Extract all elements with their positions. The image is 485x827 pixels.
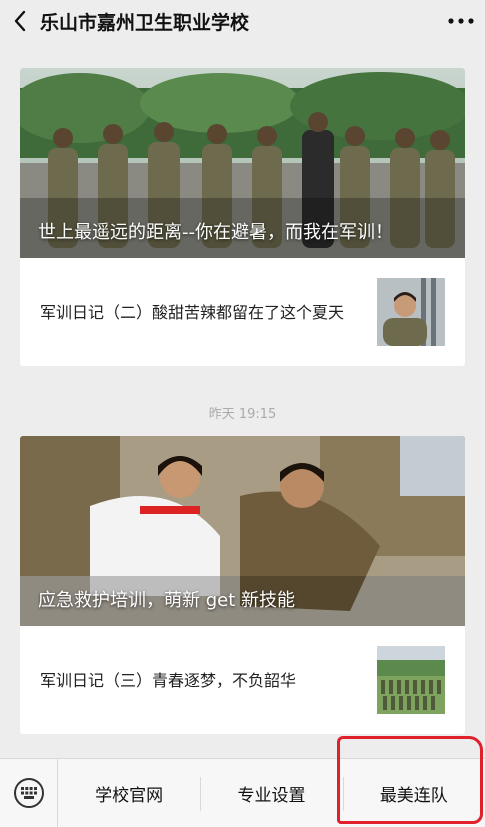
article-card-1: 世上最遥远的距离--你在避暑，而我在军训！ 军训日记（二）酸甜苦辣都留在了这个夏…	[20, 68, 465, 366]
hero-caption: 应急救护培训，萌新 get 新技能	[38, 590, 295, 611]
menu-item-school-website[interactable]: 学校官网	[58, 759, 200, 827]
article-link-1[interactable]: 军训日记（二）酸甜苦辣都留在了这个夏天	[20, 258, 465, 366]
nav-header: 乐山市嘉州卫生职业学校	[0, 0, 485, 42]
article-title: 军训日记（三）青春逐梦，不负韶华	[40, 670, 297, 690]
message-timestamp: 昨天 19:15	[208, 407, 277, 422]
keyboard-icon[interactable]	[0, 758, 58, 827]
more-dots-icon[interactable]	[437, 0, 485, 42]
back-arrow-icon[interactable]	[0, 0, 40, 42]
article-thumbnail	[377, 278, 445, 346]
article-card-2: 应急救护培训，萌新 get 新技能 军训日记（三）青春逐梦，不负韶华	[20, 436, 465, 734]
article-link-2[interactable]: 军训日记（三）青春逐梦，不负韶华	[20, 626, 465, 734]
article-hero-2[interactable]: 应急救护培训，萌新 get 新技能	[20, 436, 465, 626]
menu-item-majors[interactable]: 专业设置	[200, 759, 342, 827]
article-hero-1[interactable]: 世上最遥远的距离--你在避暑，而我在军训！	[20, 68, 465, 258]
menu-item-best-company[interactable]: 最美连队	[342, 759, 485, 827]
article-title: 军训日记（二）酸甜苦辣都留在了这个夏天	[40, 302, 345, 322]
article-thumbnail	[377, 646, 445, 714]
bottom-menu-bar: 学校官网 专业设置 最美连队	[0, 758, 485, 827]
page-title: 乐山市嘉州卫生职业学校	[40, 11, 250, 34]
hero-caption: 世上最遥远的距离--你在避暑，而我在军训！	[38, 222, 393, 243]
